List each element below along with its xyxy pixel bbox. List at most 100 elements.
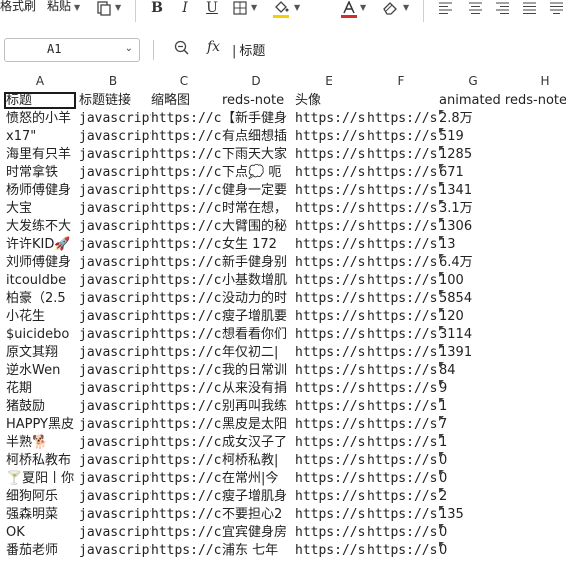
cell-e[interactable]: https://s [295, 308, 367, 326]
cell-d[interactable]: 小基数增肌 [222, 272, 295, 290]
cell-c[interactable]: https://c [151, 398, 222, 416]
cell-c[interactable]: https://c [151, 308, 222, 326]
cell-c[interactable]: https://c [151, 506, 222, 524]
cell-b[interactable]: javascript: [79, 128, 151, 146]
cell-c[interactable]: https://c [151, 524, 222, 542]
cell-g[interactable]: 1285 [439, 146, 566, 164]
cell-e[interactable]: https://s [295, 542, 367, 560]
cell-b[interactable]: javascript: [79, 470, 151, 488]
cell-g[interactable]: 1391 [439, 344, 566, 362]
cell-e[interactable]: https://s [295, 146, 367, 164]
cell-c[interactable]: https://c [151, 470, 222, 488]
cell-d[interactable]: 柯桥私教| [222, 452, 295, 470]
cell-f[interactable]: https://s [367, 488, 439, 506]
cell-b[interactable]: javascript: [79, 308, 151, 326]
cell-g[interactable]: animated reds-note-like-t [439, 92, 566, 110]
cell-d[interactable]: 想看看你们 [222, 326, 295, 344]
cell-b[interactable]: javascript: [79, 272, 151, 290]
cell-d[interactable]: 有点细想插 [222, 128, 295, 146]
cell-e[interactable]: https://s [295, 344, 367, 362]
cell-b[interactable]: javascript: [79, 182, 151, 200]
cell-e[interactable]: https://s [295, 506, 367, 524]
cell-c[interactable]: 缩略图 [151, 92, 222, 110]
cell-c[interactable]: https://c [151, 110, 222, 128]
paste-dropdown-icon[interactable]: ▼ [74, 3, 80, 12]
column-header-b[interactable]: B [93, 74, 133, 92]
cell-b[interactable]: javascript: [79, 254, 151, 272]
cell-a[interactable]: 大宝 [6, 200, 78, 218]
cell-d[interactable]: 黑皮是太阳 [222, 416, 295, 434]
underline-button[interactable]: U [203, 0, 221, 18]
cell-f[interactable]: https://s [367, 416, 439, 434]
cell-f[interactable]: https://s [367, 506, 439, 524]
cell-d[interactable]: 别再叫我练 [222, 398, 295, 416]
cell-e[interactable]: https://s [295, 524, 367, 542]
cell-d[interactable]: 瘦子增肌身 [222, 488, 295, 506]
cell-f[interactable] [367, 92, 439, 110]
cell-a[interactable]: 刘师傅健身 [6, 254, 78, 272]
cell-g[interactable]: 135 [439, 506, 566, 524]
cell-e[interactable]: https://s [295, 290, 367, 308]
cell-c[interactable]: https://c [151, 380, 222, 398]
cell-c[interactable]: https://c [151, 290, 222, 308]
cell-a[interactable]: 逆水Wen [6, 362, 78, 380]
cell-f[interactable]: https://s [367, 272, 439, 290]
cell-b[interactable]: 标题链接 [79, 92, 151, 110]
cell-f[interactable]: https://s [367, 254, 439, 272]
cell-a[interactable]: 强森明菜 [6, 506, 78, 524]
cell-d[interactable]: 浦东 七年 [222, 542, 295, 560]
cell-e[interactable]: https://s [295, 416, 367, 434]
column-header-c[interactable]: C [164, 74, 204, 92]
cell-d[interactable]: 健身一定要 [222, 182, 295, 200]
cell-e[interactable]: https://s [295, 380, 367, 398]
borders-dropdown-icon[interactable]: ▼ [251, 3, 257, 12]
cell-c[interactable]: https://c [151, 344, 222, 362]
align-left-icon[interactable] [437, 0, 453, 18]
chevron-down-icon[interactable]: ⌄ [125, 43, 133, 54]
cell-e[interactable]: https://s [295, 236, 367, 254]
cell-d[interactable]: 时常在想， [222, 200, 295, 218]
cell-c[interactable]: https://c [151, 326, 222, 344]
cell-c[interactable]: https://c [151, 452, 222, 470]
cell-e[interactable]: https://s [295, 218, 367, 236]
cell-a[interactable]: 杨师傅健身 [6, 182, 78, 200]
cell-a[interactable]: OK [6, 524, 78, 542]
cell-g[interactable]: 9 [439, 380, 566, 398]
cell-a[interactable]: 大发练不大 [6, 218, 78, 236]
cell-a[interactable]: 细狗阿乐 [6, 488, 78, 506]
cell-a[interactable]: 花期 [6, 380, 78, 398]
cell-g[interactable]: 120 [439, 308, 566, 326]
cell-a[interactable]: HAPPY黑皮 [6, 416, 78, 434]
cell-f[interactable]: https://s [367, 200, 439, 218]
cell-a[interactable]: 🍸夏阳丨你 [6, 470, 78, 488]
cell-c[interactable]: https://c [151, 236, 222, 254]
cell-e[interactable]: https://s [295, 200, 367, 218]
cell-a[interactable]: 许许KID🚀 [6, 236, 78, 254]
cell-b[interactable]: javascript: [79, 146, 151, 164]
justify-icon[interactable] [521, 0, 537, 18]
paste-options-icon[interactable] [95, 0, 113, 18]
cell-c[interactable]: https://c [151, 164, 222, 182]
cell-b[interactable]: javascript: [79, 236, 151, 254]
align-right-icon[interactable] [494, 0, 510, 18]
cell-a[interactable]: 小花生 [6, 308, 78, 326]
cell-g[interactable]: 100 [439, 272, 566, 290]
cell-a[interactable]: 时常拿铁 [6, 164, 78, 182]
cell-f[interactable]: https://s [367, 452, 439, 470]
cell-f[interactable]: https://s [367, 182, 439, 200]
cell-b[interactable]: javascript: [79, 326, 151, 344]
cell-f[interactable]: https://s [367, 362, 439, 380]
cell-f[interactable]: https://s [367, 380, 439, 398]
cell-c[interactable]: https://c [151, 254, 222, 272]
column-header-a[interactable]: A [20, 74, 60, 92]
cell-b[interactable]: javascript: [79, 218, 151, 236]
cell-d[interactable]: 大臂围的秘 [222, 218, 295, 236]
cell-c[interactable]: https://c [151, 542, 222, 560]
font-color-dropdown-icon[interactable]: ▼ [360, 3, 366, 12]
cell-b[interactable]: javascript: [79, 164, 151, 182]
clear-format-icon[interactable] [381, 0, 399, 18]
cell-c[interactable]: https://c [151, 146, 222, 164]
italic-button[interactable]: I [176, 0, 194, 18]
cell-a[interactable]: 标题 [6, 92, 78, 110]
cell-b[interactable]: javascript: [79, 290, 151, 308]
